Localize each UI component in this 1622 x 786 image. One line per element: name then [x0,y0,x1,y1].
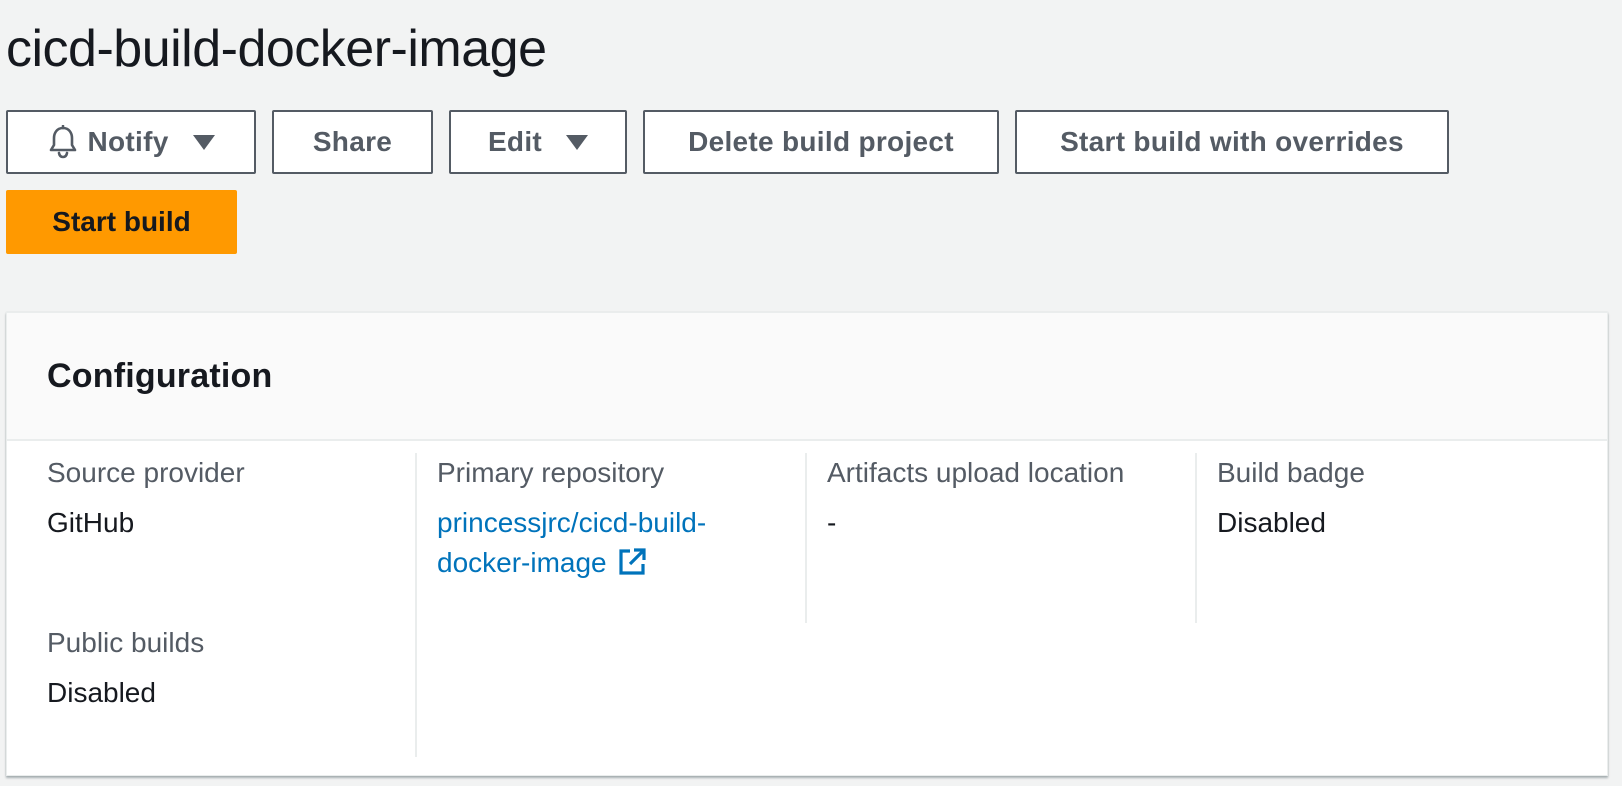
start-build-with-overrides-button[interactable]: Start build with overrides [1015,110,1449,174]
action-toolbar: Notify Share Edit Delete build project S… [6,110,1449,174]
delete-build-project-button[interactable]: Delete build project [643,110,999,174]
notify-button[interactable]: Notify [6,110,256,174]
edit-button-label: Edit [487,126,543,157]
primary-repository-link-text: princessjrc/cicd-build-docker-image [437,507,707,578]
public-builds-value: Disabled [47,677,156,708]
source-provider-label: Source provider [47,457,245,488]
source-provider-value: GitHub [47,507,135,538]
start-build-button[interactable]: Start build [6,190,237,254]
notify-button-label: Notify [87,126,169,157]
build-badge-label: Build badge [1217,457,1365,488]
external-link-icon [617,547,647,577]
column-divider [805,453,807,623]
artifacts-upload-location-value: - [827,507,837,538]
primary-repository-label: Primary repository [437,457,665,488]
build-badge-value: Disabled [1217,507,1326,538]
configuration-title: Configuration [47,356,273,395]
column-divider [1195,453,1197,623]
column-repository: Primary repository princessjrc/cicd-buil… [437,453,737,621]
public-builds-field: Public builds Disabled [47,623,245,713]
build-badge-field: Build badge Disabled [1217,453,1365,543]
bell-icon [47,125,79,159]
public-builds-label: Public builds [47,627,205,658]
page-title: cicd-build-docker-image [6,20,547,78]
primary-repository-link[interactable]: princessjrc/cicd-build-docker-image [437,503,737,583]
column-artifacts: Artifacts upload location - [827,453,1124,581]
caret-down-icon [566,134,589,150]
configuration-panel: Configuration Source provider GitHub Pub… [6,312,1608,776]
configuration-panel-header: Configuration [7,313,1607,441]
configuration-panel-body: Source provider GitHub Public builds Dis… [7,441,1607,775]
share-button[interactable]: Share [272,110,433,174]
caret-down-icon [192,134,215,150]
column-badge: Build badge Disabled [1217,453,1365,581]
edit-button[interactable]: Edit [449,110,627,174]
primary-repository-field: Primary repository princessjrc/cicd-buil… [437,453,737,583]
source-provider-field: Source provider GitHub [47,453,245,543]
artifacts-upload-location-field: Artifacts upload location - [827,453,1124,543]
column-source: Source provider GitHub Public builds Dis… [47,453,245,751]
column-divider [415,453,417,757]
artifacts-upload-location-label: Artifacts upload location [827,457,1125,488]
